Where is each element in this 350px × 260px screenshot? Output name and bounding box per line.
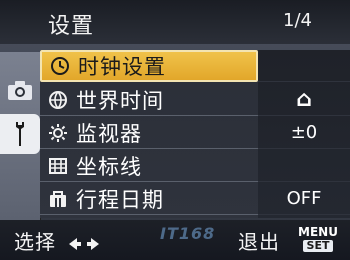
settings-menu: 时钟设置 世界时间 监视器 坐标线 行程日期 xyxy=(40,50,258,218)
value-travel-date: OFF xyxy=(258,183,350,215)
globe-icon xyxy=(44,86,72,114)
camera-setup-screen: 设置 1/4 时钟设置 世界时间 监视器 坐标线 行程日期 ⌂ ±0 OFF 选… xyxy=(0,0,350,260)
menu-item-guide-lines[interactable]: 坐标线 xyxy=(40,150,258,182)
exit-label: 退出 xyxy=(238,230,280,254)
menu-item-world-time[interactable]: 世界时间 xyxy=(40,84,258,116)
value-guide-lines xyxy=(258,150,350,182)
menu-item-label: 坐标线 xyxy=(76,154,142,179)
values-column: ⌂ ±0 OFF xyxy=(258,50,350,218)
page-title: 设置 xyxy=(48,14,95,39)
select-label: 选择 xyxy=(14,230,56,254)
page-indicator: 1/4 xyxy=(283,10,312,31)
value-clock-settings xyxy=(258,50,350,82)
value-monitor: ±0 xyxy=(258,117,350,149)
menu-item-travel-date[interactable]: 行程日期 xyxy=(40,183,258,215)
menu-item-label: 行程日期 xyxy=(76,187,164,212)
exit-hint: 退出 xyxy=(238,226,280,255)
menu-item-monitor[interactable]: 监视器 xyxy=(40,117,258,149)
menu-item-label: 时钟设置 xyxy=(78,55,166,79)
menu-item-label: 世界时间 xyxy=(76,88,164,113)
menu-set-bottom: SET xyxy=(302,240,334,252)
left-right-arrow-icon xyxy=(69,237,100,250)
grid-icon xyxy=(44,152,72,180)
menu-item-label: 监视器 xyxy=(76,121,142,146)
camera-icon xyxy=(8,81,32,100)
category-tabs xyxy=(0,52,41,220)
clock-icon xyxy=(46,52,74,80)
brightness-icon xyxy=(44,119,72,147)
menu-item-clock-settings[interactable]: 时钟设置 xyxy=(40,50,258,82)
menu-set-top: MENU xyxy=(298,225,338,239)
setup-tab[interactable] xyxy=(0,114,40,154)
camera-tab[interactable] xyxy=(4,70,36,110)
suitcase-icon xyxy=(44,185,72,213)
header-bar: 设置 1/4 xyxy=(0,0,350,44)
value-world-time: ⌂ xyxy=(258,84,350,116)
watermark: IT168 xyxy=(160,224,216,243)
menu-set-button[interactable]: MENU SET xyxy=(298,224,338,254)
wrench-icon xyxy=(16,122,24,146)
select-hint: 选择 xyxy=(14,226,101,255)
